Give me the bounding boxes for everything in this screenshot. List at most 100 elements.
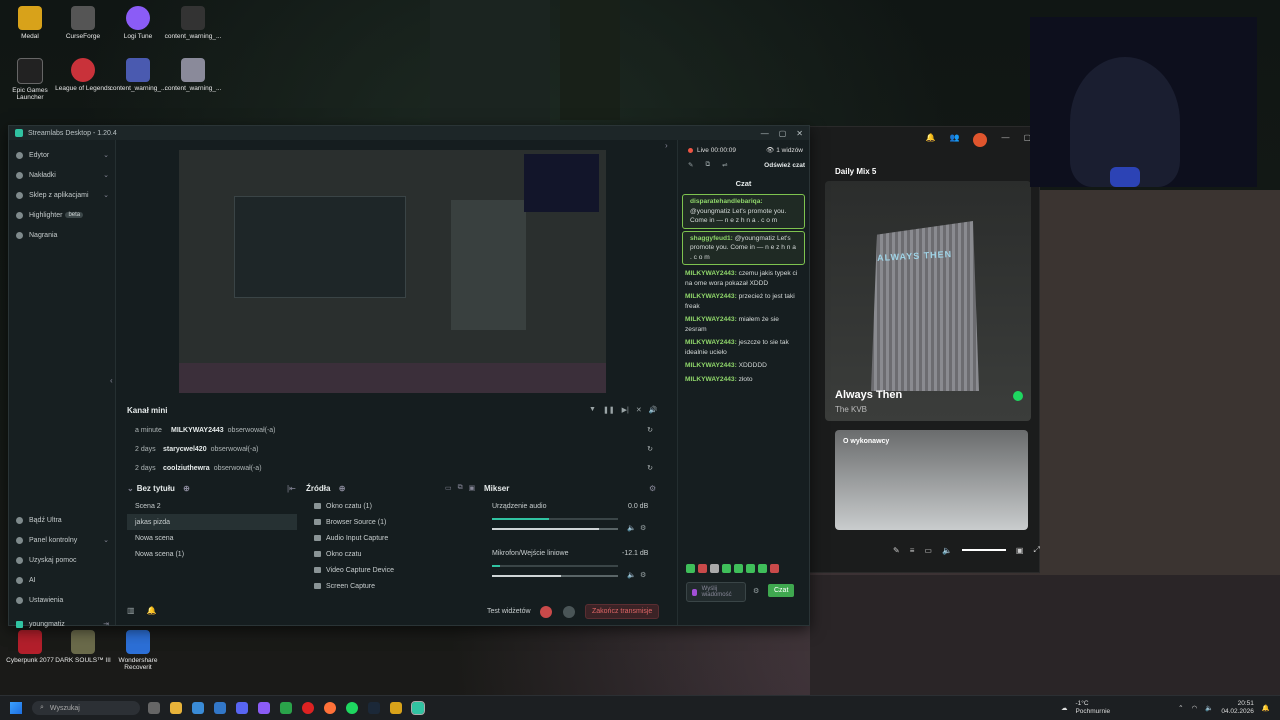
scene-item[interactable]: Nowa scena (1) — [127, 546, 297, 562]
mic-volume-slider[interactable] — [492, 575, 618, 577]
source-item[interactable]: Okno czatu (1) — [306, 498, 474, 514]
desktop-icon-content-warning-3[interactable]: content_warning_... — [163, 58, 223, 92]
sidebar-item-highlighter[interactable]: Highlighter beta — [9, 205, 115, 225]
mixer-settings-icon[interactable]: ⚙ — [649, 484, 656, 493]
close-icon[interactable]: ✕ — [796, 129, 803, 138]
emote-icon[interactable] — [746, 564, 755, 573]
avatar[interactable] — [973, 133, 988, 147]
desktop-icon-recoverit[interactable]: Wondershare Recoverit — [108, 630, 168, 671]
wifi-icon[interactable]: ◠ — [1192, 704, 1198, 712]
scene-item-selected[interactable]: jakas pizda — [127, 514, 297, 530]
about-artist-card[interactable]: O wykonawcy — [835, 430, 1028, 530]
fullscreen-icon[interactable]: ⤢ — [1033, 545, 1039, 555]
emote-icon[interactable] — [710, 564, 719, 573]
store-icon[interactable] — [192, 702, 204, 714]
clock[interactable]: 20:51 04.02.2026 — [1221, 700, 1254, 716]
firefox-icon[interactable] — [324, 702, 336, 714]
saved-check-icon[interactable] — [1013, 391, 1023, 401]
sidebar-item-recordings[interactable]: Nagrania — [9, 225, 115, 245]
emote-icon[interactable] — [770, 564, 779, 573]
source-item[interactable]: Browser Source (1) — [306, 514, 474, 530]
scene-item[interactable]: Scena 2 — [127, 498, 297, 514]
chat-username[interactable]: MILKYWAY2443: — [685, 362, 737, 369]
medal-icon[interactable] — [390, 702, 402, 714]
source-item[interactable]: Video Capture Device — [306, 562, 474, 578]
file-explorer-icon[interactable] — [170, 702, 182, 714]
artist-name[interactable]: The KVB — [835, 405, 867, 414]
stats-icon[interactable]: ▥ — [127, 606, 135, 615]
notification-icon[interactable]: 🔔 — [147, 606, 157, 615]
desktop-icon-league[interactable]: League of Legends — [53, 58, 113, 92]
steam-icon[interactable] — [368, 702, 380, 714]
device-icon[interactable]: ▭ — [924, 546, 932, 555]
source-item[interactable]: Audio Input Capture — [306, 530, 474, 546]
chat-username[interactable]: MILKYWAY2443: — [685, 316, 737, 323]
spotify-icon[interactable] — [346, 702, 358, 714]
edge-icon[interactable] — [214, 702, 226, 714]
speaker-icon[interactable]: 🔈 — [627, 524, 636, 532]
duplicate-icon[interactable]: ⧉ — [458, 484, 463, 492]
emote-icon[interactable] — [686, 564, 695, 573]
replay-buffer-button[interactable] — [563, 606, 575, 618]
volume-icon[interactable]: 🔈 — [1205, 704, 1213, 712]
scene-collection-icon[interactable]: |⇤ — [287, 484, 296, 493]
start-icon[interactable] — [10, 702, 22, 714]
skip-icon[interactable]: ▶| — [622, 406, 629, 414]
minimize-icon[interactable]: — — [761, 129, 769, 138]
folder-icon[interactable]: ▭ — [445, 484, 452, 492]
mute-alerts-icon[interactable]: ✕ — [636, 406, 642, 414]
source-item[interactable]: Screen Capture — [306, 578, 474, 594]
bell-icon[interactable]: 🔔 — [926, 133, 936, 147]
gear-icon[interactable]: ⚙ — [753, 587, 759, 595]
chat-username[interactable]: MILKYWAY2443: — [685, 339, 737, 346]
desktop-icon-content-warning-2[interactable]: content_warning_... — [108, 58, 168, 92]
edit-icon[interactable]: ✎ — [893, 546, 900, 555]
test-widgets-button[interactable]: Test widżetów — [487, 608, 531, 615]
desktop-icon-dark-souls[interactable]: DARK SOULS™ III — [53, 630, 113, 664]
sidebar-item-editor[interactable]: Edytor ⌄ — [9, 145, 115, 165]
task-view-icon[interactable] — [148, 702, 160, 714]
chat-username[interactable]: MILKYWAY2443: — [685, 376, 737, 383]
opera-icon[interactable] — [302, 702, 314, 714]
sidebar-item-overlays[interactable]: Nakładki ⌄ — [9, 165, 115, 185]
friends-icon[interactable]: 👥 — [949, 133, 959, 147]
share-icon[interactable]: ⇌ — [722, 161, 727, 169]
xbox-icon[interactable] — [280, 702, 292, 714]
desktop-icon-curseforge[interactable]: CurseForge — [53, 6, 113, 40]
chat-username[interactable]: MILKYWAY2443: — [685, 270, 737, 277]
sidebar-item-help[interactable]: Uzyskaj pomoc — [9, 550, 115, 570]
collapse-right-icon[interactable]: › — [665, 141, 668, 150]
filter-icon[interactable]: ▼ — [589, 406, 596, 414]
add-source-icon[interactable]: ⊕ — [339, 484, 346, 493]
pause-icon[interactable]: ❚❚ — [603, 406, 615, 414]
sidebar-item-dashboard[interactable]: Panel kontrolny ⌄ — [9, 530, 115, 550]
replay-icon[interactable]: ↻ — [647, 426, 653, 434]
add-scene-icon[interactable]: ⊕ — [183, 484, 190, 493]
source-item[interactable]: Okno czatu — [306, 546, 474, 562]
replay-icon[interactable]: ↻ — [647, 464, 653, 472]
emote-icon[interactable] — [734, 564, 743, 573]
desktop-icon-content-warning[interactable]: content_warning_... — [163, 6, 223, 40]
miniplayer-icon[interactable]: ▣ — [1016, 546, 1024, 555]
app-icon[interactable] — [258, 702, 270, 714]
layers-icon[interactable]: ▣ — [469, 484, 476, 492]
volume-icon[interactable]: 🔈 — [942, 546, 952, 555]
chat-input[interactable]: Wyślij wiadomość — [686, 582, 746, 602]
chevron-down-icon[interactable]: ⌄ — [127, 484, 134, 493]
volume-slider[interactable] — [961, 549, 1006, 551]
pencil-icon[interactable]: ✎ — [688, 161, 693, 169]
sidebar-user[interactable]: youngmatiz ⇥ — [9, 614, 115, 634]
emote-icon[interactable] — [698, 564, 707, 573]
desktop-icon-medal[interactable]: Medal — [0, 6, 60, 40]
desktop-icon-epic[interactable]: Epic Games Launcher — [0, 58, 60, 101]
desktop-icon-logi-tune[interactable]: Logi Tune — [108, 6, 168, 40]
minimize-icon[interactable]: — — [1001, 133, 1009, 147]
sidebar-item-ai[interactable]: AI — [9, 570, 115, 590]
record-button[interactable] — [540, 606, 552, 618]
emote-icon[interactable] — [758, 564, 767, 573]
send-chat-button[interactable]: Czat — [768, 584, 795, 597]
sidebar-item-settings[interactable]: Ustawienia — [9, 590, 115, 610]
speaker-icon[interactable]: 🔈 — [627, 571, 636, 579]
popout-icon[interactable]: ⧉ — [705, 161, 710, 169]
collapse-left-icon[interactable]: ‹ — [110, 376, 113, 385]
